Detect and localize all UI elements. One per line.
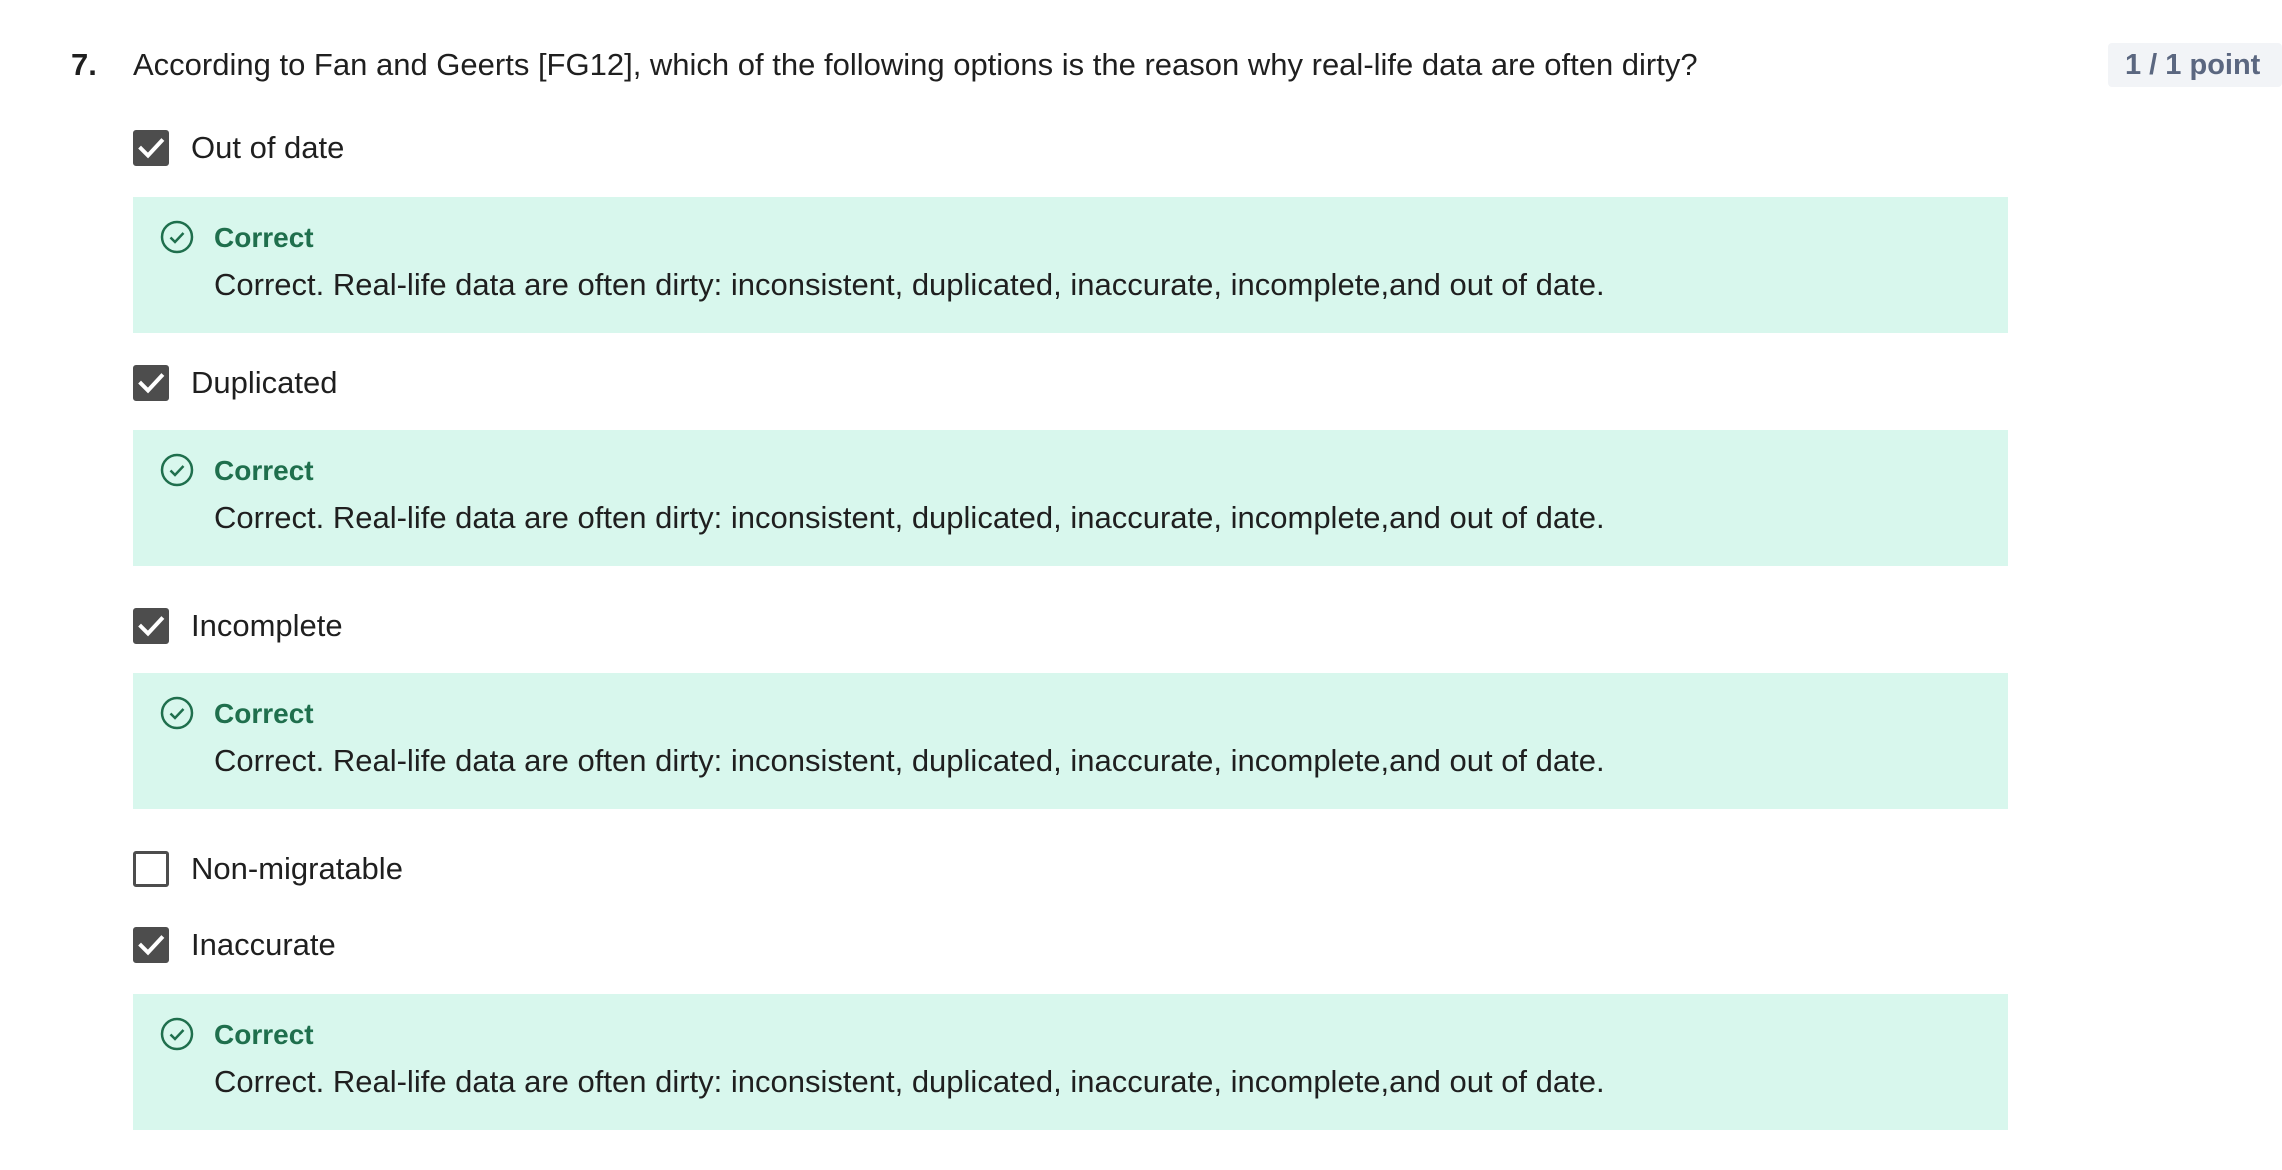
points-badge: 1 / 1 point (2108, 43, 2282, 87)
checkmark-icon (138, 935, 165, 956)
checkbox-checked[interactable] (133, 130, 169, 166)
feedback-title: Correct (214, 1019, 314, 1050)
option-label: Duplicated (191, 365, 338, 400)
feedback-correct: Correct Correct. Real-life data are ofte… (133, 994, 2008, 1130)
check-circle-icon (160, 696, 194, 730)
option-out-of-date[interactable]: Out of date (133, 130, 2008, 166)
feedback-title: Correct (214, 455, 314, 486)
checkbox-checked[interactable] (133, 927, 169, 963)
option-label: Incomplete (191, 608, 343, 643)
check-circle-icon (160, 1017, 194, 1051)
feedback-text: Correct. Real-life data are often dirty:… (214, 1064, 1605, 1099)
option-label: Inaccurate (191, 927, 336, 962)
checkmark-icon (138, 373, 165, 394)
checkmark-icon (138, 138, 165, 159)
feedback-text: Correct. Real-life data are often dirty:… (214, 267, 1605, 302)
question-header: 7. According to Fan and Geerts [FG12], w… (0, 0, 2282, 130)
feedback-correct: Correct Correct. Real-life data are ofte… (133, 673, 2008, 809)
feedback-correct: Correct Correct. Real-life data are ofte… (133, 197, 2008, 333)
option-inaccurate[interactable]: Inaccurate (133, 927, 2008, 963)
question-number: 7. (71, 47, 97, 82)
option-label: Non-migratable (191, 851, 403, 886)
question-text: According to Fan and Geerts [FG12], whic… (133, 47, 1698, 82)
options-list: Out of date Correct Correct. Real-life d… (133, 130, 2008, 1130)
feedback-title: Correct (214, 698, 314, 729)
option-incomplete[interactable]: Incomplete (133, 608, 2008, 644)
option-label: Out of date (191, 130, 345, 165)
option-duplicated[interactable]: Duplicated (133, 365, 2008, 401)
feedback-correct: Correct Correct. Real-life data are ofte… (133, 430, 2008, 566)
check-circle-icon (160, 453, 194, 487)
checkbox-checked[interactable] (133, 608, 169, 644)
checkbox-checked[interactable] (133, 365, 169, 401)
checkmark-icon (138, 616, 165, 637)
checkbox-unchecked[interactable] (133, 851, 169, 887)
check-circle-icon (160, 220, 194, 254)
feedback-text: Correct. Real-life data are often dirty:… (214, 500, 1605, 535)
option-non-migratable[interactable]: Non-migratable (133, 851, 2008, 887)
feedback-text: Correct. Real-life data are often dirty:… (214, 743, 1605, 778)
feedback-title: Correct (214, 222, 314, 253)
